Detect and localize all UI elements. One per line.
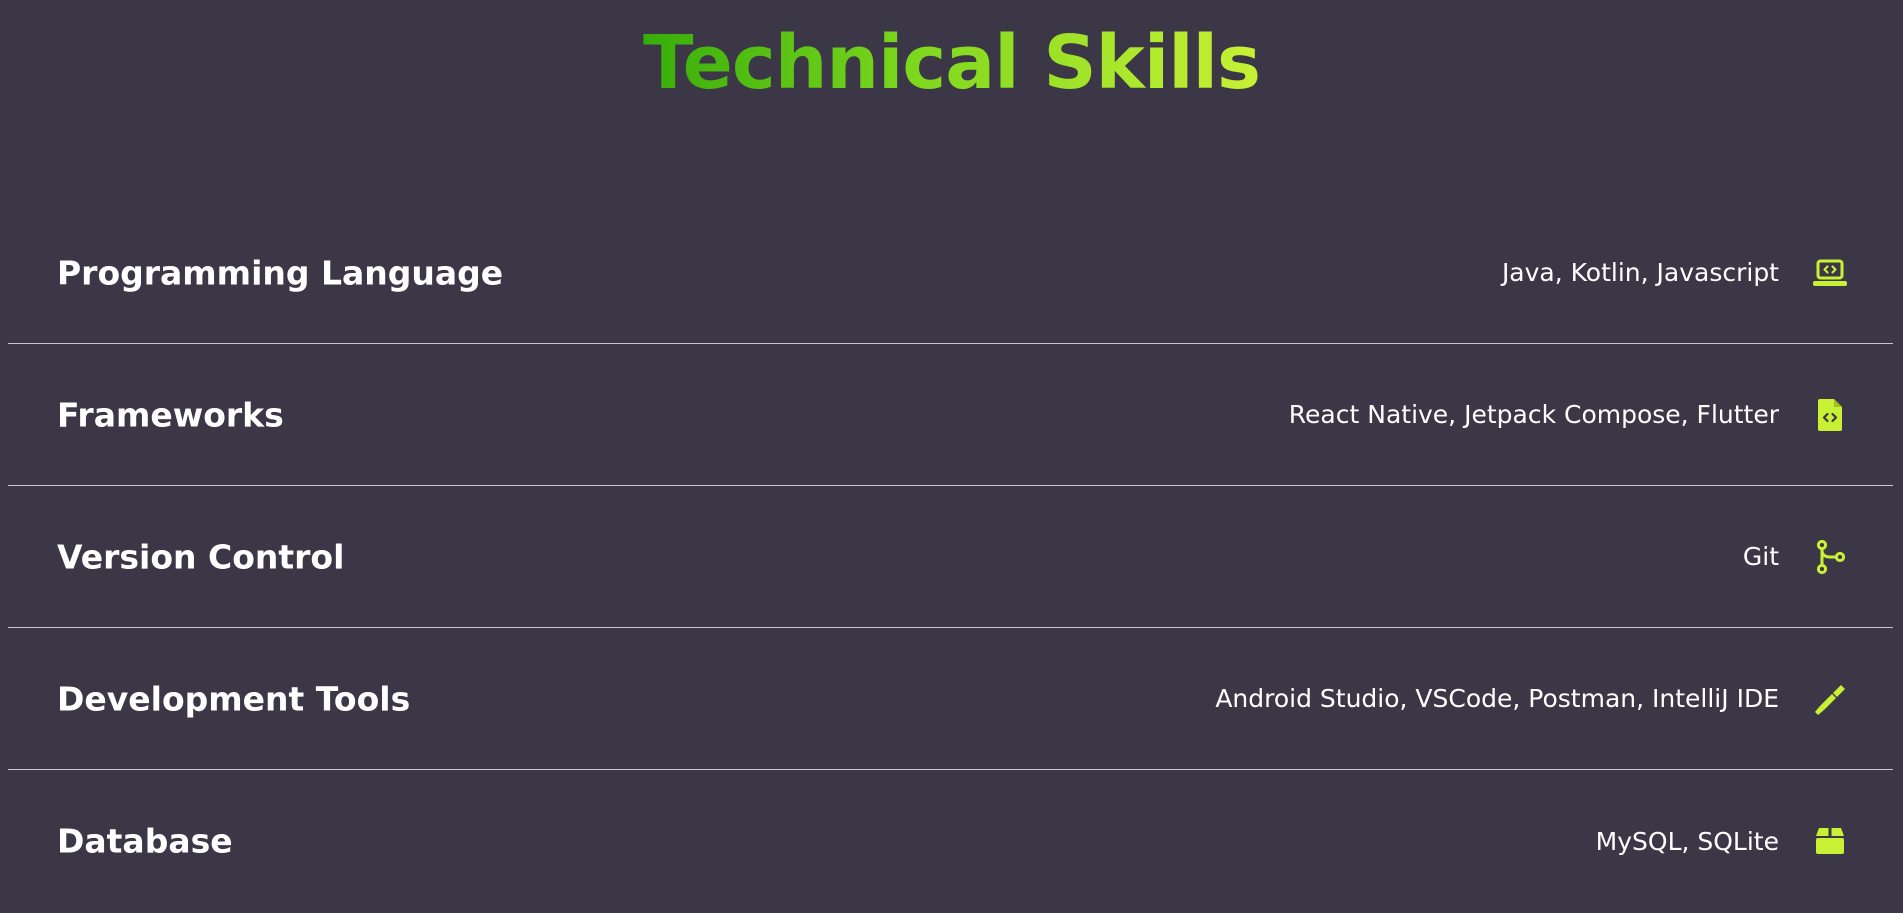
skill-values: Git bbox=[1742, 542, 1779, 571]
skill-row-database: Database MySQL, SQLite bbox=[8, 770, 1893, 912]
screwdriver-icon bbox=[1811, 680, 1849, 718]
file-code-icon bbox=[1811, 396, 1849, 434]
page-title: Technical Skills bbox=[0, 18, 1903, 108]
skill-category-label: Frameworks bbox=[57, 395, 284, 434]
skill-row-frameworks: Frameworks React Native, Jetpack Compose… bbox=[8, 344, 1893, 486]
page-title-text: Technical Skills bbox=[642, 20, 1261, 106]
laptop-code-icon bbox=[1811, 254, 1849, 292]
skill-values: MySQL, SQLite bbox=[1595, 826, 1779, 856]
skill-category-label: Database bbox=[57, 821, 233, 861]
skill-row-programming-language: Programming Language Java, Kotlin, Javas… bbox=[8, 202, 1893, 344]
skill-row-version-control: Version Control Git bbox=[8, 486, 1893, 628]
skill-values: Java, Kotlin, Javascript bbox=[1501, 258, 1779, 287]
skill-category-label: Version Control bbox=[57, 537, 345, 576]
skill-row-development-tools: Development Tools Android Studio, VSCode… bbox=[8, 628, 1893, 770]
code-branch-icon bbox=[1811, 538, 1849, 576]
skill-category-label: Development Tools bbox=[57, 679, 411, 718]
skills-list: Programming Language Java, Kotlin, Javas… bbox=[8, 202, 1893, 912]
skill-values: Android Studio, VSCode, Postman, Intelli… bbox=[1215, 684, 1779, 713]
skill-values: React Native, Jetpack Compose, Flutter bbox=[1288, 400, 1779, 429]
skill-category-label: Programming Language bbox=[57, 253, 504, 292]
skill-details: Java, Kotlin, Javascript bbox=[1502, 254, 1849, 292]
box-icon bbox=[1811, 822, 1849, 860]
skill-details: Git bbox=[1743, 538, 1849, 576]
skill-details: React Native, Jetpack Compose, Flutter bbox=[1289, 396, 1849, 434]
skill-details: MySQL, SQLite bbox=[1596, 822, 1849, 860]
skill-details: Android Studio, VSCode, Postman, Intelli… bbox=[1215, 680, 1849, 718]
